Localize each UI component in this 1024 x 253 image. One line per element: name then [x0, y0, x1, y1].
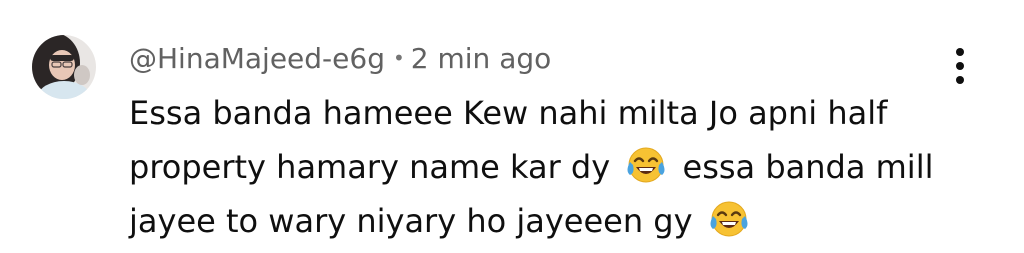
vertical-ellipsis-icon — [956, 62, 964, 70]
comment-line: jayee to wary niyary ho jayeeen gy — [129, 194, 939, 248]
comment-author[interactable]: @HinaMajeed-e6g — [129, 42, 385, 75]
comment-meta: @HinaMajeed-e6g • 2 min ago — [129, 38, 551, 78]
vertical-ellipsis-icon — [956, 76, 964, 84]
comment-item: @HinaMajeed-e6g • 2 min ago Essa banda h… — [0, 0, 1024, 253]
comment-line-text: property hamary name kar dy — [129, 148, 611, 186]
avatar[interactable] — [32, 35, 96, 99]
vertical-ellipsis-icon — [956, 48, 964, 56]
face-with-tears-of-joy-icon — [709, 199, 749, 239]
meta-separator: • — [392, 46, 405, 70]
comment-line-text: Essa banda hameee Kew nahi milta Jo apni… — [129, 94, 888, 132]
comment-line: property hamary name kar dy essa banda m… — [129, 140, 939, 194]
comment-line-text: jayee to wary niyary ho jayeeen gy — [129, 202, 693, 240]
comment-timestamp[interactable]: 2 min ago — [411, 42, 551, 75]
more-options-button[interactable] — [944, 42, 976, 90]
comment-line-text: essa banda mill — [682, 148, 934, 186]
comment-line: Essa banda hameee Kew nahi milta Jo apni… — [129, 86, 939, 140]
comment-text: Essa banda hameee Kew nahi milta Jo apni… — [129, 86, 939, 248]
avatar-image — [32, 35, 96, 99]
face-with-tears-of-joy-icon — [626, 145, 666, 185]
